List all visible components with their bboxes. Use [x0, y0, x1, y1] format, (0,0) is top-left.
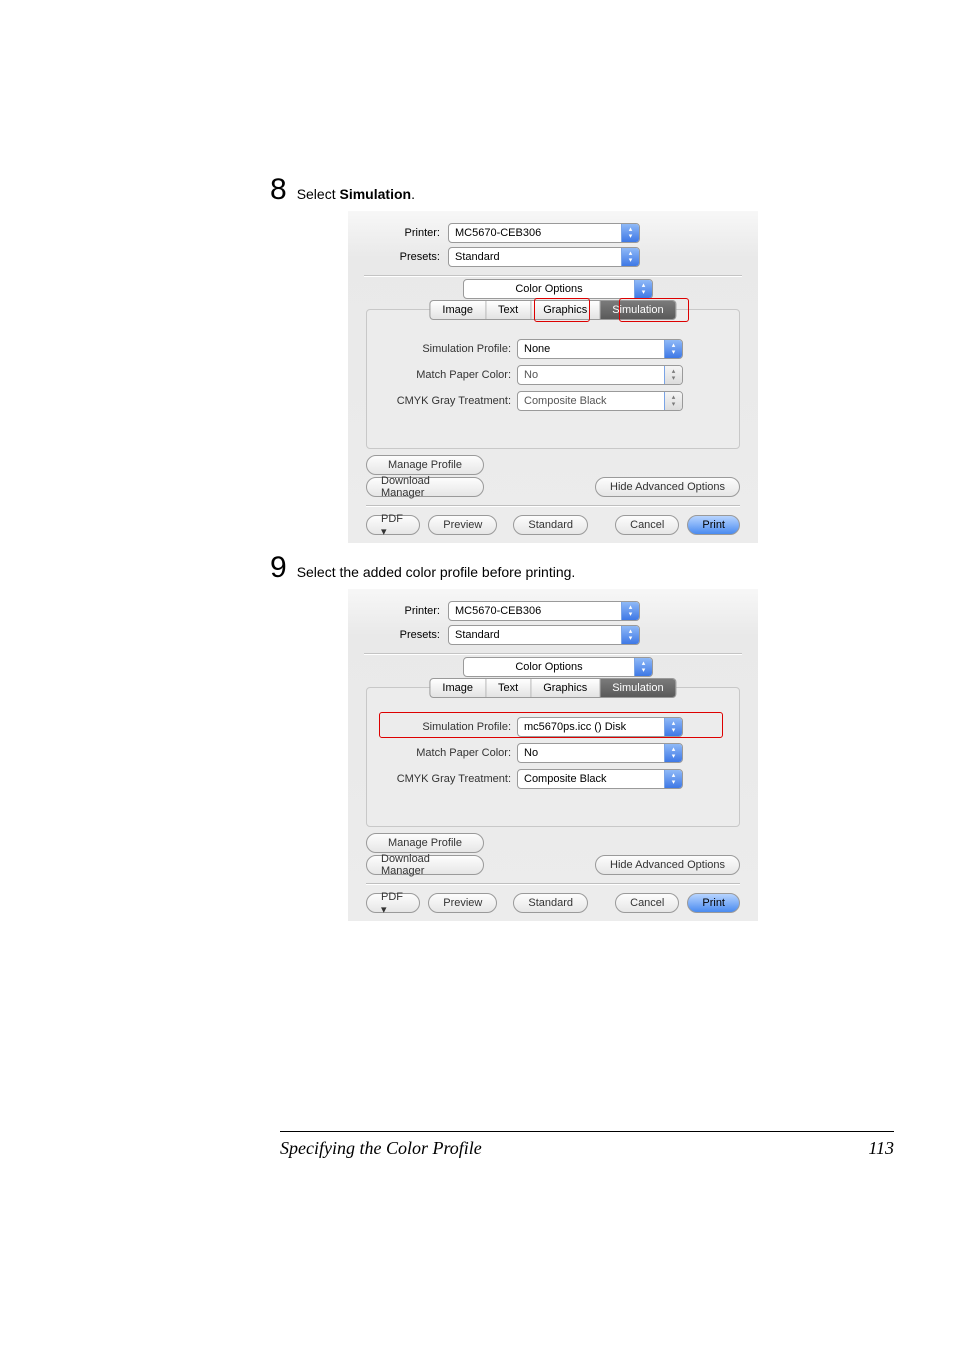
sim-profile-value: None [518, 343, 664, 355]
step-number: 8 [270, 173, 287, 207]
popup-arrow-icon: ▴▾ [621, 626, 639, 644]
print-button[interactable]: Print [687, 893, 740, 913]
match-paper-label: Match Paper Color: [377, 369, 517, 381]
tabs: Image Text Graphics Simulation [429, 678, 676, 698]
presets-popup[interactable]: Standard ▴▾ [448, 247, 640, 267]
step-text: Select Simulation. [297, 186, 415, 202]
hide-advanced-button[interactable]: Hide Advanced Options [595, 477, 740, 497]
print-dialog-1: Printer: MC5670-CEB306 ▴▾ Presets: Stand… [348, 211, 758, 543]
cmyk-label: CMYK Gray Treatment: [377, 395, 517, 407]
step-text-bold: Simulation [340, 186, 412, 202]
tab-image[interactable]: Image [430, 679, 486, 697]
options-well: Image Text Graphics Simulation Simulatio… [366, 309, 740, 449]
match-paper-label: Match Paper Color: [377, 747, 517, 759]
cmyk-label: CMYK Gray Treatment: [377, 773, 517, 785]
cmyk-value: Composite Black [518, 395, 664, 407]
sim-profile-label: Simulation Profile: [377, 343, 517, 355]
cmyk-value: Composite Black [518, 773, 664, 785]
footer-title: Specifying the Color Profile [280, 1138, 482, 1159]
preview-button[interactable]: Preview [428, 515, 497, 535]
section-value: Color Options [464, 283, 634, 295]
popup-arrow-icon: ▴▾ [621, 224, 639, 242]
cancel-button[interactable]: Cancel [615, 515, 679, 535]
manage-profile-button[interactable]: Manage Profile [366, 833, 484, 853]
footer-rule [280, 1131, 894, 1132]
tab-graphics[interactable]: Graphics [531, 679, 600, 697]
tab-simulation[interactable]: Simulation [600, 679, 675, 697]
printer-value: MC5670-CEB306 [449, 605, 621, 617]
preview-button[interactable]: Preview [428, 893, 497, 913]
cancel-button[interactable]: Cancel [615, 893, 679, 913]
standard-button[interactable]: Standard [513, 893, 588, 913]
presets-label: Presets: [348, 251, 448, 263]
options-well: Image Text Graphics Simulation Simulatio… [366, 687, 740, 827]
step-text-pre: Select [297, 186, 340, 202]
popup-arrow-icon: ▴▾ [664, 366, 682, 384]
standard-button[interactable]: Standard [513, 515, 588, 535]
match-paper-popup[interactable]: No ▴▾ [517, 743, 683, 763]
printer-popup[interactable]: MC5670-CEB306 ▴▾ [448, 223, 640, 243]
popup-arrow-icon: ▴▾ [664, 718, 682, 736]
popup-arrow-icon: ▴▾ [664, 392, 682, 410]
step-text: Select the added color profile before pr… [297, 564, 576, 580]
pdf-menu-button[interactable]: PDF ▾ [366, 515, 420, 535]
sim-profile-label: Simulation Profile: [377, 721, 517, 733]
printer-popup[interactable]: MC5670-CEB306 ▴▾ [448, 601, 640, 621]
section-popup[interactable]: Color Options ▴▾ [463, 279, 653, 299]
popup-arrow-icon: ▴▾ [634, 280, 652, 298]
presets-label: Presets: [348, 629, 448, 641]
footer-page-number: 113 [868, 1138, 894, 1159]
printer-label: Printer: [348, 605, 448, 617]
hide-advanced-button[interactable]: Hide Advanced Options [595, 855, 740, 875]
step-text-post: . [411, 186, 415, 202]
sim-profile-value: mc5670ps.icc () Disk [518, 721, 664, 733]
cmyk-popup[interactable]: Composite Black ▴▾ [517, 769, 683, 789]
step-9: 9 Select the added color profile before … [270, 551, 894, 585]
popup-arrow-icon: ▴▾ [664, 340, 682, 358]
step-8: 8 Select Simulation. [270, 173, 894, 207]
section-popup[interactable]: Color Options ▴▾ [463, 657, 653, 677]
match-paper-value: No [518, 369, 664, 381]
print-button[interactable]: Print [687, 515, 740, 535]
popup-arrow-icon: ▴▾ [621, 248, 639, 266]
tab-text[interactable]: Text [486, 301, 531, 319]
presets-popup[interactable]: Standard ▴▾ [448, 625, 640, 645]
popup-arrow-icon: ▴▾ [634, 658, 652, 676]
tab-simulation[interactable]: Simulation [600, 301, 675, 319]
printer-label: Printer: [348, 227, 448, 239]
tab-text[interactable]: Text [486, 679, 531, 697]
tabs: Image Text Graphics Simulation [429, 300, 676, 320]
download-manager-button[interactable]: Download Manager [366, 477, 484, 497]
step-number: 9 [270, 551, 287, 585]
tab-graphics[interactable]: Graphics [531, 301, 600, 319]
tab-image[interactable]: Image [430, 301, 486, 319]
page-footer: Specifying the Color Profile 113 [280, 1131, 894, 1159]
sim-profile-popup[interactable]: None ▴▾ [517, 339, 683, 359]
cmyk-popup[interactable]: Composite Black ▴▾ [517, 391, 683, 411]
download-manager-button[interactable]: Download Manager [366, 855, 484, 875]
popup-arrow-icon: ▴▾ [621, 602, 639, 620]
manage-profile-button[interactable]: Manage Profile [366, 455, 484, 475]
sim-profile-popup[interactable]: mc5670ps.icc () Disk ▴▾ [517, 717, 683, 737]
popup-arrow-icon: ▴▾ [664, 744, 682, 762]
match-paper-popup[interactable]: No ▴▾ [517, 365, 683, 385]
presets-value: Standard [449, 629, 621, 641]
match-paper-value: No [518, 747, 664, 759]
printer-value: MC5670-CEB306 [449, 227, 621, 239]
section-value: Color Options [464, 661, 634, 673]
print-dialog-2: Printer: MC5670-CEB306 ▴▾ Presets: Stand… [348, 589, 758, 921]
popup-arrow-icon: ▴▾ [664, 770, 682, 788]
presets-value: Standard [449, 251, 621, 263]
pdf-menu-button[interactable]: PDF ▾ [366, 893, 420, 913]
